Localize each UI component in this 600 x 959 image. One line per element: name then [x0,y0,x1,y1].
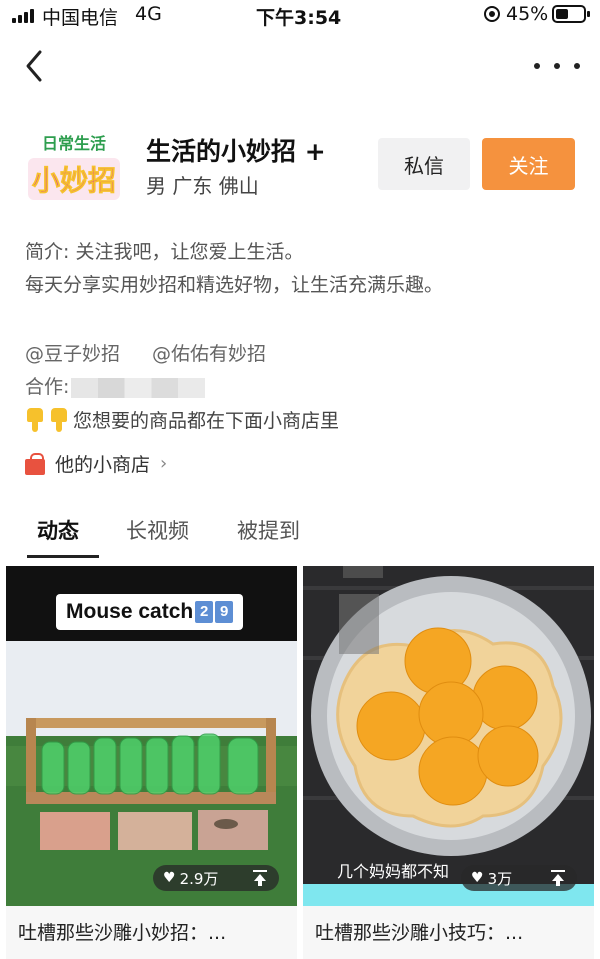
overlay-title-text: Mouse catch [66,600,194,623]
video-thumbnail[interactable]: 几个妈妈都不知 ♥ 3万 [303,566,594,906]
pointing-down-icon [25,407,45,432]
shop-link-label: 他的小商店 [55,454,151,476]
like-count: 3万 [487,869,513,888]
follow-button[interactable]: 关注 [482,138,575,190]
video-card[interactable]: 几个妈妈都不知 ♥ 3万 吐槽那些沙雕小技巧：... [303,566,594,959]
bio-line: 简介: 关注我吧，让您爱上生活。 [25,241,304,263]
active-tab-indicator [27,555,99,558]
network-label: 4G [135,3,162,25]
video-caption[interactable]: 吐槽那些沙雕小技巧：... [315,918,523,945]
overlay-digit: 2 [195,601,214,623]
video-caption[interactable]: 吐槽那些沙雕小妙招：... [18,918,226,945]
tab-long-videos[interactable]: 长视频 [126,515,189,545]
pin-top-icon [551,870,565,886]
status-bar: 中国电信 4G 下午3:54 45% [0,0,600,30]
more-options-button[interactable] [534,52,580,80]
carrier-label: 中国电信 [42,7,119,29]
video-card[interactable]: Mouse catch 2 9 ♥ 2.9万 吐槽那些沙雕小妙招：... [6,566,297,959]
back-button[interactable] [18,46,58,86]
tab-mentioned[interactable]: 被提到 [237,515,300,545]
like-count-badge: ♥ 3万 [461,865,577,891]
shop-hint: 您想要的商品都在下面小商店里 [25,406,339,433]
signal-icon [12,9,34,23]
cooperation-label: 合作: [25,376,70,398]
redacted-contact [71,377,206,398]
cooperation-info: 合作: [25,372,206,399]
battery-icon [552,5,590,23]
pin-top-icon [253,870,267,886]
mentions: @豆子妙招 @佑佑有妙招 [25,339,266,366]
mention-link[interactable]: @豆子妙招 [25,339,120,366]
heart-icon: ♥ [163,870,176,886]
pointing-down-icon [49,407,69,432]
video-overlay-subtitle: 几个妈妈都不知 [337,862,450,881]
svg-text:日常生活: 日常生活 [42,134,106,153]
mention-link[interactable]: @佑佑有妙招 [152,339,266,366]
content-tabs: 动态 长视频 被提到 [0,515,600,559]
video-overlay-title: Mouse catch 2 9 [56,594,244,630]
overlay-digit: 9 [215,601,234,623]
rotation-lock-icon [484,6,500,22]
bio: 简介: 关注我吧，让您爱上生活。 每天分享实用妙招和精选好物，让生活充满乐趣。 [25,236,443,302]
like-count: 2.9万 [179,869,219,888]
svg-text:小妙招: 小妙招 [32,164,116,197]
battery-percent: 45% [506,3,549,25]
chevron-right-icon: › [160,453,168,474]
clock: 下午3:54 [256,7,342,29]
profile-meta: 男 广东 佛山 [146,174,259,198]
video-thumbnail[interactable]: Mouse catch 2 9 ♥ 2.9万 [6,566,297,906]
shop-link[interactable]: 他的小商店 › [25,450,167,477]
avatar[interactable]: 日常生活 小妙招 [22,130,126,206]
chevron-left-icon [26,50,42,82]
profile-name: 生活的小妙招 + [146,137,326,166]
shopping-bag-icon [25,452,45,475]
message-button[interactable]: 私信 [378,138,470,190]
bio-line: 每天分享实用妙招和精选好物，让生活充满乐趣。 [25,274,444,296]
tab-posts[interactable]: 动态 [37,515,79,545]
heart-icon: ♥ [471,870,484,886]
shop-hint-text: 您想要的商品都在下面小商店里 [73,410,340,432]
like-count-badge: ♥ 2.9万 [153,865,279,891]
